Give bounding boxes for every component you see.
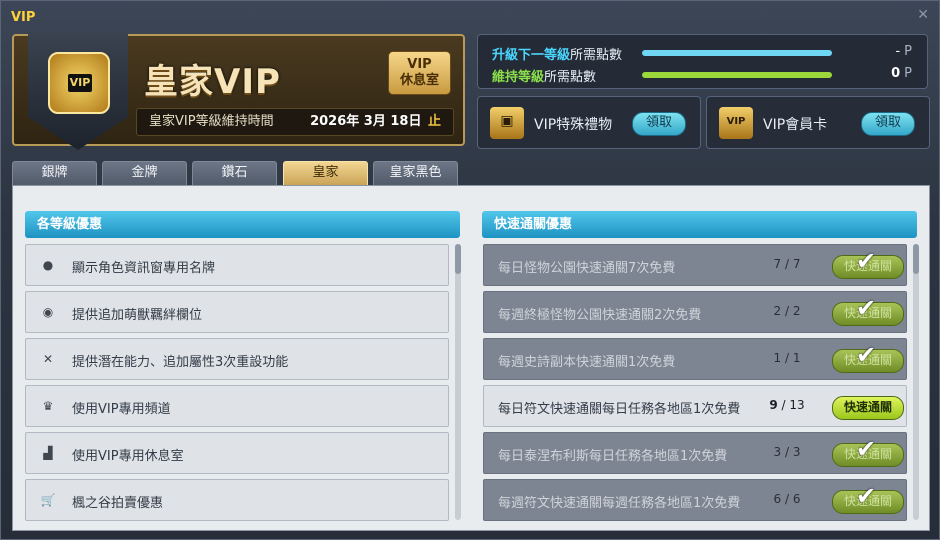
vip-window: VIP ✕ VIP 皇家VIP VIP 休息室 皇家VIP等級維持時間 2026… [0, 0, 940, 540]
tab-diamond[interactable]: 鑽石 [192, 161, 277, 185]
quick-clear-count: 1 / 1 [773, 351, 801, 365]
royal-vip-title: 皇家VIP [144, 62, 281, 102]
benefit-text: 使用VIP專用休息室 [72, 449, 184, 464]
right-scroll-thumb[interactable] [913, 244, 919, 274]
lounge-label-line2: 休息室 [399, 73, 439, 88]
potential-reset-icon: ✕ [42, 352, 54, 366]
next-level-points-value: -P [895, 44, 912, 59]
pet-slot-icon: ◉ [42, 305, 54, 319]
keep-time-date: 2026年 3月 18日 止 [310, 114, 441, 129]
vip-header: VIP 皇家VIP VIP 休息室 皇家VIP等級維持時間 2026年 3月 1… [12, 32, 465, 150]
quick-clear-row: 每日符文快速通關每日任務各地區1次免費 9 / 13 快速通關 [483, 385, 907, 427]
benefit-item: ▟ 使用VIP專用休息室 [25, 432, 449, 474]
lounge-label-line1: VIP [407, 57, 432, 72]
crown-icon: ♛ [42, 399, 54, 413]
checkmark-icon: ✔ [856, 482, 877, 510]
quick-clear-text: 每日泰涅布利斯每日任務各地區1次免費 [498, 449, 728, 464]
next-level-label-highlight: 升級下一等級 [492, 48, 571, 63]
quick-clear-row: 每日怪物公園快速通關7次免費 7 / 7 快速通關 ✔ [483, 244, 907, 286]
quick-clear-text: 每週終極怪物公園快速通關2次免費 [498, 308, 702, 323]
quick-clear-text: 每週符文快速通關每週任務各地區1次免費 [498, 496, 741, 511]
next-level-progress-bar [642, 50, 832, 56]
close-icon[interactable]: ✕ [917, 7, 929, 23]
quick-clear-count: 2 / 2 [773, 304, 801, 318]
quick-clear-text: 每週史詩副本快速通關1次免費 [498, 355, 676, 370]
quick-clear-row: 每週符文快速通關每週任務各地區1次免費 6 / 6 快速通關 ✔ [483, 479, 907, 521]
benefit-text: 楓之谷拍賣優惠 [72, 496, 164, 511]
maintain-level-points-row: 維持等級所需點數 0P [492, 66, 912, 86]
keep-time-bar: 皇家VIP等級維持時間 2026年 3月 18日 止 [136, 108, 454, 136]
claim-gift-button[interactable]: 領取 [632, 112, 686, 136]
benefit-item: ♛ 使用VIP專用頻道 [25, 385, 449, 427]
vip-crest-icon: VIP [48, 52, 110, 114]
benefit-item: 🛒 楓之谷拍賣優惠 [25, 479, 449, 521]
level-benefits-header: 各等級優惠 [25, 211, 460, 238]
person-icon: ● [42, 258, 54, 272]
quick-clear-row: 每週史詩副本快速通關1次免費 1 / 1 快速通關 ✔ [483, 338, 907, 380]
benefit-item: ◉ 提供追加萌獸羈絆欄位 [25, 291, 449, 333]
claim-card-button[interactable]: 領取 [861, 112, 915, 136]
quick-clear-text: 每日符文快速通關每日任務各地區1次免費 [498, 402, 741, 417]
window-title: VIP [11, 10, 36, 25]
chair-icon: ▟ [43, 446, 53, 460]
vip-lounge-button[interactable]: VIP 休息室 [388, 51, 451, 95]
keep-time-label: 皇家VIP等級維持時間 [149, 114, 274, 129]
quick-clear-button[interactable]: 快速通關 [832, 396, 904, 420]
benefit-text: 提供追加萌獸羈絆欄位 [72, 308, 203, 323]
checkmark-icon: ✔ [856, 247, 877, 275]
benefit-item: ● 顯示角色資訊窗專用名牌 [25, 244, 449, 286]
tab-royal[interactable]: 皇家 [283, 161, 368, 185]
vip-badge: VIP [68, 74, 92, 92]
vip-special-gift: ▣ VIP特殊禮物 領取 [477, 96, 701, 149]
quick-clear-header: 快速通關優惠 [482, 211, 917, 238]
benefit-text: 使用VIP專用頻道 [72, 402, 171, 417]
tab-gold[interactable]: 金牌 [102, 161, 187, 185]
treasure-chest-icon: ▣ [490, 107, 524, 139]
tab-royal-black[interactable]: 皇家黑色 [373, 161, 458, 185]
maintain-level-label-rest: 所需點數 [544, 70, 597, 85]
left-scroll-thumb[interactable] [455, 244, 461, 274]
quick-clear-count: 9 / 13 [769, 398, 805, 412]
quick-clear-text: 每日怪物公園快速通關7次免費 [498, 261, 676, 276]
benefit-item: ✕ 提供潛在能力、追加屬性3次重設功能 [25, 338, 449, 380]
quick-clear-row: 每日泰涅布利斯每日任務各地區1次免費 3 / 3 快速通關 ✔ [483, 432, 907, 474]
quick-clear-row: 每週終極怪物公園快速通關2次免費 2 / 2 快速通關 ✔ [483, 291, 907, 333]
maintain-level-label-highlight: 維持等級 [492, 70, 545, 85]
checkmark-icon: ✔ [856, 435, 877, 463]
next-level-points-row: 升級下一等級所需點數 -P [492, 44, 912, 64]
quick-clear-count: 6 / 6 [773, 492, 801, 506]
right-scrollbar[interactable] [913, 244, 919, 520]
points-panel: 升級下一等級所需點數 -P 維持等級所需點數 0P [477, 34, 928, 89]
maintain-level-points-value: 0P [891, 66, 912, 81]
vip-card-icon: VIP [719, 107, 753, 139]
vip-special-gift-label: VIP特殊禮物 [534, 117, 613, 133]
left-scrollbar[interactable] [455, 244, 461, 520]
vip-member-card: VIP VIP會員卡 領取 [706, 96, 930, 149]
maintain-level-progress-bar [642, 72, 832, 78]
benefit-text: 提供潛在能力、追加屬性3次重設功能 [72, 355, 289, 370]
checkmark-icon: ✔ [856, 294, 877, 322]
quick-clear-count: 7 / 7 [773, 257, 801, 271]
tab-silver[interactable]: 銀牌 [12, 161, 97, 185]
vip-shield-emblem: VIP [28, 32, 128, 150]
vip-member-card-label: VIP會員卡 [763, 117, 828, 133]
next-level-label-rest: 所需點數 [570, 48, 623, 63]
benefit-text: 顯示角色資訊窗專用名牌 [72, 261, 216, 276]
checkmark-icon: ✔ [856, 341, 877, 369]
cart-icon: 🛒 [40, 493, 56, 507]
quick-clear-count: 3 / 3 [773, 445, 801, 459]
